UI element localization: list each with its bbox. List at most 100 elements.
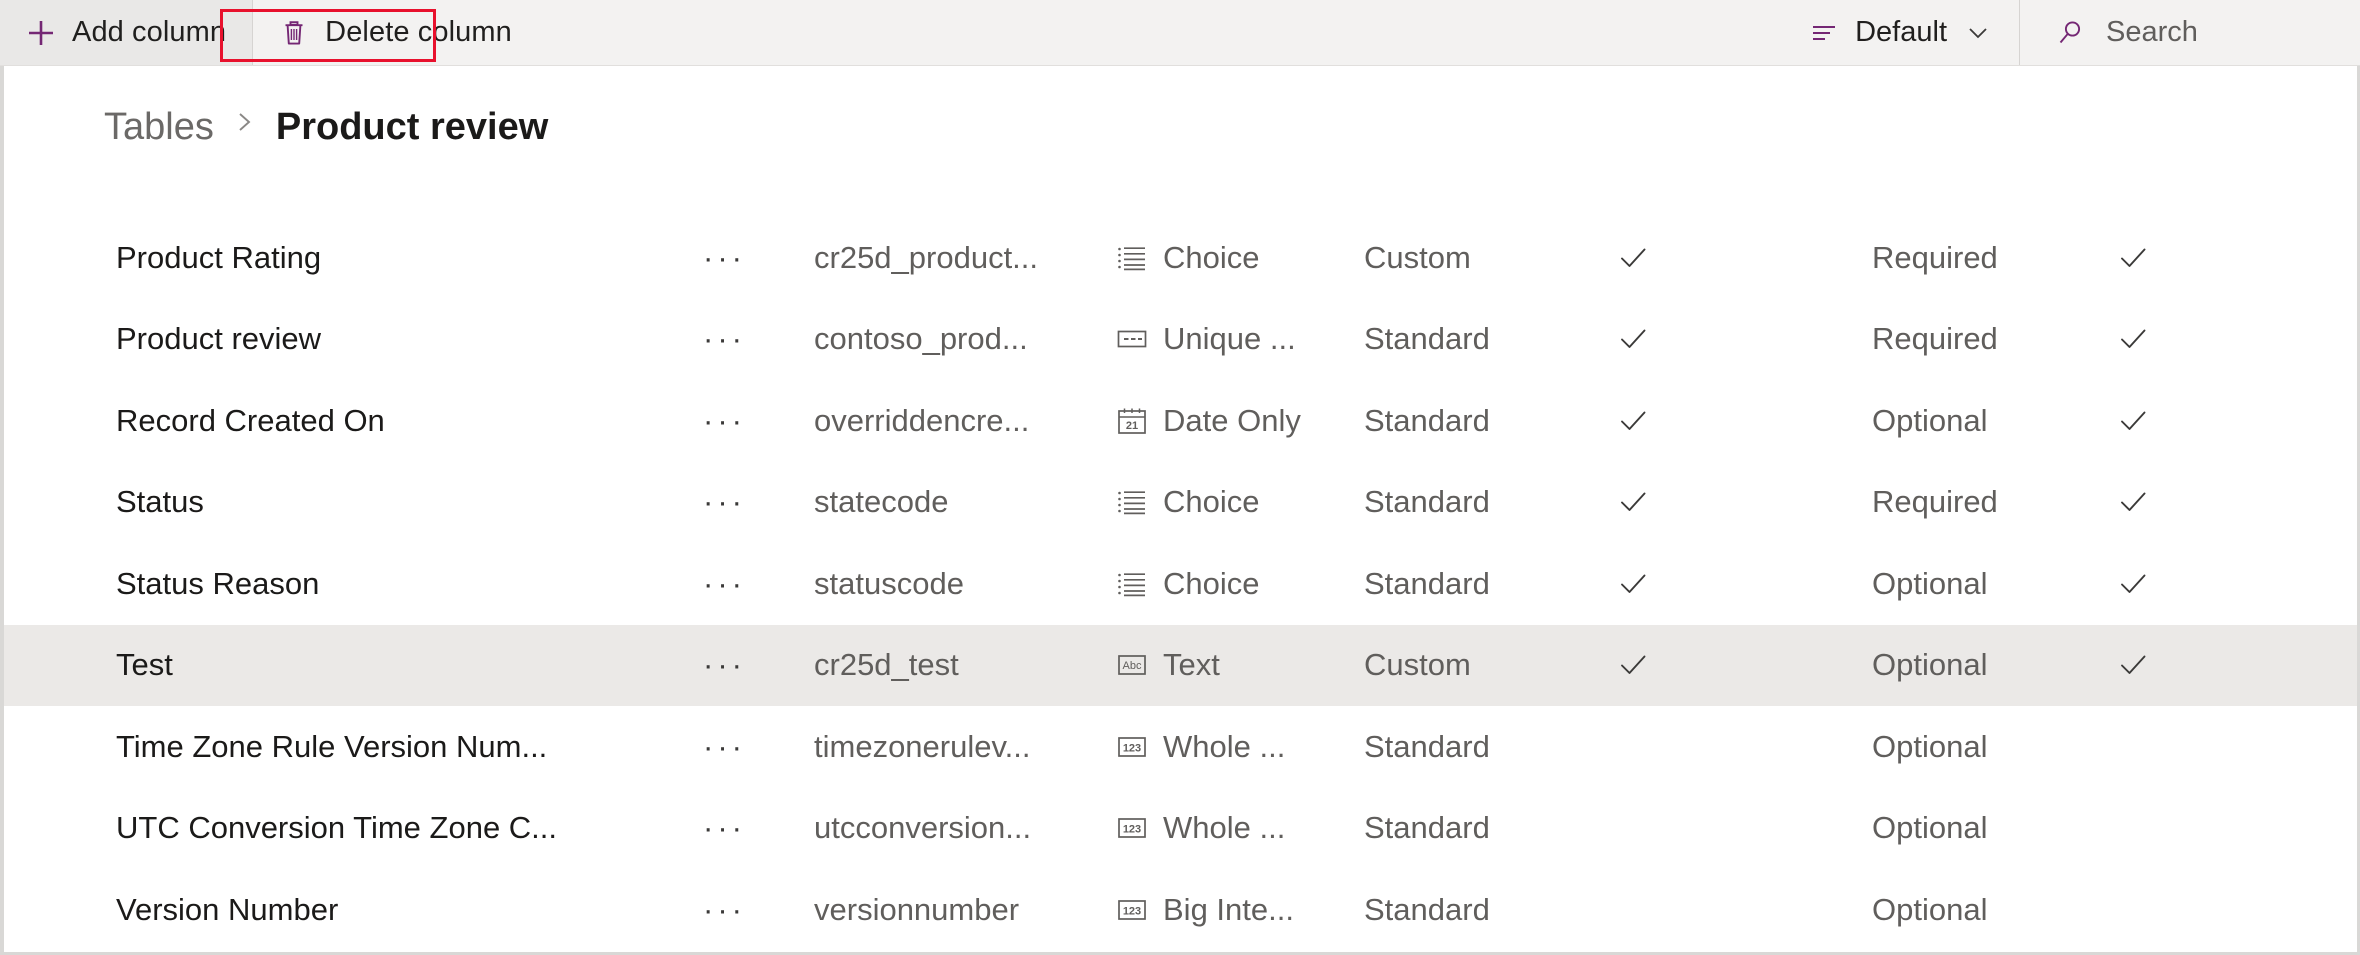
cell-data-type-label: Choice (1163, 565, 1260, 601)
cell-requirement: Optional (1872, 891, 1988, 927)
cell-display-name: Version Number (116, 891, 339, 927)
calendar-icon: 21 (1115, 404, 1149, 438)
row-more-actions-icon[interactable]: ··· (703, 240, 746, 276)
cell-display-name: Test (116, 647, 173, 683)
search-box[interactable]: Search (2020, 0, 2360, 65)
cell-created-by: Standard (1364, 810, 1490, 846)
table-row-1[interactable]: Product Rating ··· cr25d_product... Choi… (4, 217, 2357, 299)
row-more-actions-icon[interactable]: ··· (703, 321, 746, 357)
cell-requirement: Required (1872, 321, 1998, 357)
customizable-check-icon (1616, 322, 1650, 356)
cell-data-type: 123 Whole ... (1115, 729, 1285, 765)
plus-icon (26, 18, 56, 48)
cell-created-by: Standard (1364, 728, 1490, 764)
customizable-check-icon (1616, 567, 1650, 601)
table-row-5[interactable]: Status Reason ··· statuscode Choice Stan… (4, 543, 2357, 625)
cell-data-type-label: Choice (1163, 239, 1260, 275)
cell-created-by: Custom (1364, 647, 1471, 683)
cell-logical-name: timezonerulev... (814, 728, 1031, 764)
trash-icon (279, 18, 309, 48)
page-title: Product review (275, 106, 549, 148)
table-row-7[interactable]: Time Zone Rule Version Num... ··· timezo… (4, 706, 2357, 788)
command-bar-right-group: Default Search (1785, 0, 2360, 65)
cell-display-name: Product review (116, 321, 322, 357)
row-more-actions-icon[interactable]: ··· (703, 892, 746, 928)
breadcrumb-parent-tables[interactable]: Tables (104, 106, 214, 149)
delete-column-button[interactable]: Delete column (253, 0, 538, 65)
table-row-8[interactable]: UTC Conversion Time Zone C... ··· utccon… (4, 788, 2357, 870)
cell-requirement: Required (1872, 484, 1998, 520)
cell-data-type-label: Unique ... (1163, 321, 1296, 357)
number-123-icon: 123 (1115, 730, 1149, 764)
view-selector-button[interactable]: Default (1785, 0, 2019, 65)
cell-logical-name: statuscode (814, 565, 964, 601)
table-row-4[interactable]: Status ··· statecode Choice Standard Req… (4, 462, 2357, 544)
table-row-9[interactable]: Version Number ··· versionnumber 123 Big… (4, 869, 2357, 951)
customizable-check-icon (1616, 241, 1650, 275)
cell-data-type-label: Whole ... (1163, 728, 1286, 764)
cell-created-by: Standard (1364, 891, 1490, 927)
add-column-button[interactable]: Add column (0, 0, 253, 65)
delete-column-label: Delete column (325, 16, 512, 48)
cell-logical-name: versionnumber (814, 891, 1020, 927)
table-row-6[interactable]: Test ··· cr25d_test Abc Text Custom Opti… (4, 624, 2357, 706)
search-icon (2056, 18, 2086, 48)
cell-requirement: Optional (1872, 728, 1988, 764)
row-more-actions-icon[interactable]: ··· (703, 810, 746, 846)
chevron-down-icon (1963, 18, 1993, 48)
searchable-check-icon (2116, 648, 2150, 682)
row-more-actions-icon[interactable]: ··· (703, 484, 746, 520)
cell-data-type: Abc Text (1115, 647, 1220, 683)
cell-display-name: Product Rating (116, 239, 322, 275)
row-more-actions-icon[interactable]: ··· (703, 647, 746, 683)
searchable-check-icon (2116, 404, 2150, 438)
cell-created-by: Standard (1364, 402, 1490, 438)
cell-display-name: Record Created On (116, 402, 385, 438)
customizable-check-icon (1616, 404, 1650, 438)
row-more-actions-icon[interactable]: ··· (703, 566, 746, 602)
choice-list-icon (1115, 485, 1149, 519)
cell-display-name: Status Reason (116, 565, 320, 601)
cell-requirement: Required (1872, 239, 1998, 275)
cell-logical-name: overriddencre... (814, 402, 1030, 438)
breadcrumb-separator-icon (234, 107, 256, 143)
search-placeholder: Search (2106, 16, 2198, 48)
cell-created-by: Custom (1364, 239, 1471, 275)
cell-created-by: Standard (1364, 321, 1490, 357)
cell-logical-name: cr25d_test (814, 647, 959, 683)
svg-text:21: 21 (1126, 420, 1138, 432)
number-123-icon: 123 (1115, 811, 1149, 845)
cell-data-type: Choice (1115, 484, 1260, 520)
cell-data-type-label: Big Inte... (1163, 891, 1294, 927)
row-more-actions-icon[interactable]: ··· (703, 403, 746, 439)
cell-data-type-label: Choice (1163, 484, 1260, 520)
cell-data-type: 21 Date Only (1115, 403, 1301, 439)
view-selector-label: Default (1855, 16, 1947, 48)
unique-identifier-icon (1115, 322, 1149, 356)
cell-created-by: Standard (1364, 484, 1490, 520)
choice-list-icon (1115, 241, 1149, 275)
cell-logical-name: utcconversion... (814, 810, 1032, 846)
svg-text:123: 123 (1123, 742, 1141, 754)
number-123-icon: 123 (1115, 893, 1149, 927)
cell-data-type: 123 Big Inte... (1115, 892, 1294, 928)
cell-data-type-label: Whole ... (1163, 810, 1286, 846)
text-abc-icon: Abc (1115, 648, 1149, 682)
cell-logical-name: statecode (814, 484, 949, 520)
table-row-3[interactable]: Record Created On ··· overriddencre... 2… (4, 380, 2357, 462)
command-bar-left-group: Add column Delete column (0, 0, 538, 65)
cell-display-name: Time Zone Rule Version Num... (116, 728, 548, 764)
cell-display-name: Status (116, 484, 204, 520)
row-more-actions-icon[interactable]: ··· (703, 729, 746, 765)
command-bar: Add column Delete column Default Search (0, 0, 2360, 66)
searchable-check-icon (2116, 485, 2150, 519)
svg-text:123: 123 (1123, 824, 1141, 836)
searchable-check-icon (2116, 567, 2150, 601)
cell-data-type: Choice (1115, 566, 1260, 602)
cell-display-name: UTC Conversion Time Zone C... (116, 810, 558, 846)
cell-logical-name: contoso_prod... (814, 321, 1028, 357)
cell-requirement: Optional (1872, 402, 1988, 438)
table-row-2[interactable]: Product review ··· contoso_prod... Uniqu… (4, 299, 2357, 381)
cell-data-type: Unique ... (1115, 321, 1296, 357)
customizable-check-icon (1616, 485, 1650, 519)
